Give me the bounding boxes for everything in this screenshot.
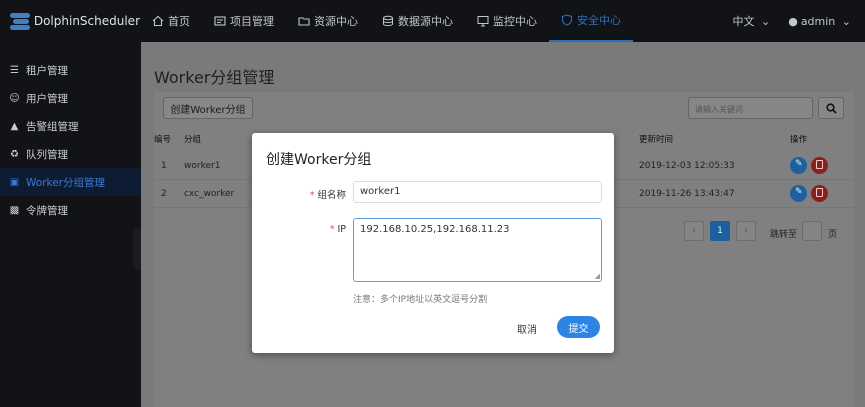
- ip-textarea-value: 192.168.10.25,192.168.11.23: [360, 224, 510, 235]
- search-button[interactable]: [818, 97, 844, 119]
- monitor-icon: [477, 16, 489, 27]
- nav-projects-label: 项目管理: [230, 15, 274, 28]
- warning-icon: ▲: [10, 120, 19, 132]
- trash-icon: [816, 160, 823, 169]
- sidebar: ☰ 租户管理 ☺ 用户管理 ▲ 告警组管理 ♻ 队列管理 ▣ Worker分组管理 ▩ 令牌…: [0, 42, 141, 407]
- worker-group-icon: ▣: [9, 176, 20, 188]
- users-icon: ☰: [10, 64, 19, 76]
- nav-monitor[interactable]: 监控中心: [465, 0, 549, 42]
- delete-button[interactable]: [811, 157, 828, 174]
- table-header-update-time: 更新时间: [639, 135, 674, 145]
- search-icon: [825, 102, 837, 114]
- nav-security[interactable]: 安全中心: [549, 0, 633, 42]
- nav-datasource-label: 数据源中心: [398, 15, 453, 28]
- sidebar-item-worker-group[interactable]: ▣ Worker分组管理: [0, 168, 141, 196]
- create-worker-group-dialog: 创建Worker分组 * 组名称 worker1 * IP 192.168.10.2…: [252, 133, 614, 353]
- language-select[interactable]: 中文 ⌄: [732, 13, 770, 29]
- group-name-input[interactable]: worker1: [353, 181, 602, 203]
- cancel-button[interactable]: 取消: [517, 321, 537, 336]
- edit-icon: ✎: [795, 159, 803, 169]
- pagination-jump-input[interactable]: [802, 221, 822, 241]
- edit-icon: ✎: [795, 187, 803, 197]
- pagination-page-current[interactable]: 1: [710, 221, 730, 241]
- required-asterisk: *: [309, 190, 315, 201]
- ip-label-text: IP: [337, 224, 346, 235]
- pagination-next[interactable]: ›: [736, 221, 756, 241]
- nav-monitor-label: 监控中心: [493, 15, 537, 28]
- sidebar-item-token[interactable]: ▩ 令牌管理: [0, 196, 141, 224]
- project-icon: [214, 16, 226, 26]
- pagination-page-suffix: 页: [828, 230, 838, 240]
- row-update-time: 2019-12-03 12:05:33: [639, 161, 735, 171]
- row-update-time: 2019-11-26 13:43:47: [639, 189, 735, 199]
- home-icon: [152, 15, 164, 27]
- sidebar-item-label: Worker分组管理: [26, 176, 105, 189]
- nav-home[interactable]: 首页: [140, 0, 202, 42]
- nav-security-label: 安全中心: [577, 14, 621, 27]
- sidebar-item-label: 告警组管理: [26, 120, 79, 133]
- app-name: DolphinScheduler: [33, 14, 140, 28]
- token-icon: ▩: [9, 204, 20, 216]
- sidebar-item-label: 队列管理: [26, 148, 68, 161]
- search-input[interactable]: 请输入关键词: [688, 97, 813, 119]
- nav-home-label: 首页: [168, 15, 190, 28]
- trash-icon: [816, 188, 823, 197]
- table-header-operations: 操作: [790, 135, 808, 145]
- dolphin-logo-icon: [8, 10, 30, 32]
- create-worker-group-button[interactable]: 创建Worker分组: [163, 97, 253, 119]
- edit-button[interactable]: ✎: [790, 185, 807, 202]
- nav-projects[interactable]: 项目管理: [202, 0, 286, 42]
- ip-label: * IP: [286, 224, 346, 235]
- sidebar-item-users[interactable]: ☺ 用户管理: [0, 84, 141, 112]
- sidebar-item-queue[interactable]: ♻ 队列管理: [0, 140, 141, 168]
- submit-button[interactable]: 提交: [557, 316, 600, 338]
- chevron-down-icon: ⌄: [760, 15, 771, 28]
- nav-datasource[interactable]: 数据源中心: [370, 0, 465, 42]
- edit-button[interactable]: ✎: [790, 157, 807, 174]
- nav-resources[interactable]: 资源中心: [286, 0, 370, 42]
- database-icon: [383, 15, 393, 26]
- row-group: cxc_worker: [184, 189, 235, 199]
- main-nav: 首页 项目管理 资源中心 数据源中心 监控中心 安全中心: [140, 0, 633, 42]
- dialog-title: 创建Worker分组: [266, 152, 372, 168]
- ip-textarea[interactable]: 192.168.10.25,192.168.11.23 ◢: [353, 218, 602, 282]
- group-name-label-text: 组名称: [317, 190, 346, 201]
- user-name: admin: [800, 14, 836, 28]
- nav-resources-label: 资源中心: [314, 15, 358, 28]
- top-navbar: DolphinScheduler 首页 项目管理 资源中心 数据源中心 监控中心…: [0, 0, 865, 42]
- sidebar-item-label: 令牌管理: [26, 204, 68, 217]
- user-icon: ☺: [9, 92, 20, 104]
- pagination-prev[interactable]: ‹: [684, 221, 704, 241]
- sidebar-item-alert-group[interactable]: ▲ 告警组管理: [0, 112, 141, 140]
- table-header-group: 分组: [184, 135, 202, 145]
- language-label: 中文: [732, 15, 755, 28]
- app-logo[interactable]: DolphinScheduler: [0, 10, 140, 32]
- row-no: 1: [161, 161, 167, 171]
- row-no: 2: [161, 189, 167, 199]
- page-title: Worker分组管理: [154, 68, 275, 87]
- pagination-jump-label: 跳转至: [770, 230, 798, 240]
- row-group: worker1: [184, 161, 221, 171]
- sidebar-item-label: 用户管理: [26, 92, 68, 105]
- user-icon: ●: [788, 14, 798, 28]
- table-header-no: 编号: [154, 135, 172, 145]
- shield-icon: [561, 14, 573, 26]
- resize-handle-icon[interactable]: ◢: [595, 272, 600, 280]
- header-right: 中文 ⌄ ● admin ⌄: [714, 13, 865, 29]
- delete-button[interactable]: [811, 185, 828, 202]
- folder-icon: [298, 17, 310, 26]
- user-menu[interactable]: ● admin ⌄: [788, 15, 851, 28]
- chevron-down-icon: ⌄: [841, 14, 851, 28]
- ip-hint: 注意：多个IP地址以英文逗号分割: [353, 295, 488, 305]
- recycle-icon: ♻: [10, 148, 19, 160]
- group-name-label: * 组名称: [286, 187, 346, 201]
- required-asterisk: *: [329, 224, 335, 235]
- sidebar-item-label: 租户管理: [26, 64, 68, 77]
- sidebar-item-tenant[interactable]: ☰ 租户管理: [0, 56, 141, 84]
